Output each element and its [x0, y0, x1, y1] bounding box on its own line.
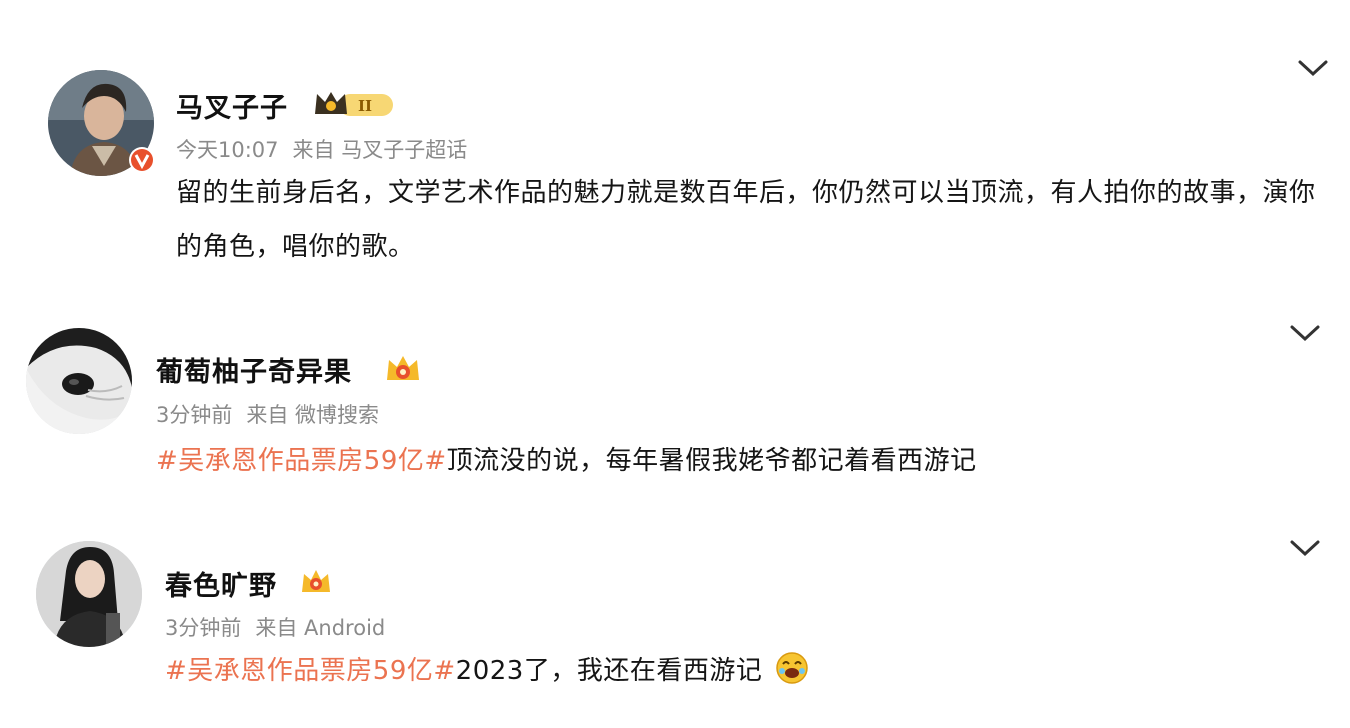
post-text: 留的生前身后名，文学艺术作品的魅力就是数百年后，你仍然可以当顶流，有人拍你的故事… — [176, 178, 1316, 262]
post-source[interactable]: 来自 微博搜索 — [246, 403, 379, 427]
post-time: 3分钟前 — [156, 403, 233, 427]
post-text: #吴承恩作品票房59亿#顶流没的说，每年暑假我姥爷都记着看西游记 — [156, 446, 977, 476]
verified-badge-icon — [128, 146, 156, 174]
hashtag-link[interactable]: #吴承恩作品票房59亿# — [165, 656, 456, 686]
post-source[interactable]: 来自 Android — [255, 616, 385, 640]
post-source[interactable]: 来自 马叉子子超话 — [293, 138, 468, 162]
post-time: 今天10:07 — [176, 138, 279, 162]
avatar[interactable] — [36, 541, 142, 647]
post-meta: 3分钟前 来自 微博搜索 — [156, 399, 393, 429]
crown-badge-icon — [299, 566, 333, 596]
svg-text:II: II — [358, 97, 372, 115]
post-meta: 今天10:07 来自 马叉子子超话 — [176, 134, 481, 164]
crown-badge-icon — [384, 352, 422, 384]
author-name[interactable]: 马叉子子 — [176, 86, 288, 125]
avatar[interactable] — [26, 328, 132, 434]
laugh-emoji-icon — [775, 650, 809, 684]
post-meta: 3分钟前 来自 Android — [165, 612, 399, 642]
chevron-down-icon[interactable] — [1288, 323, 1322, 343]
author-name[interactable]: 春色旷野 — [165, 564, 277, 603]
post-text: #吴承恩作品票房59亿#2023了，我还在看西游记 — [165, 644, 1315, 698]
chevron-down-icon[interactable] — [1288, 538, 1322, 558]
hashtag-link[interactable]: #吴承恩作品票房59亿# — [156, 446, 447, 476]
crown-badge-icon: II — [313, 88, 395, 120]
post-time: 3分钟前 — [165, 616, 242, 640]
chevron-down-icon[interactable] — [1296, 58, 1330, 78]
author-name[interactable]: 葡萄柚子奇异果 — [156, 350, 352, 389]
